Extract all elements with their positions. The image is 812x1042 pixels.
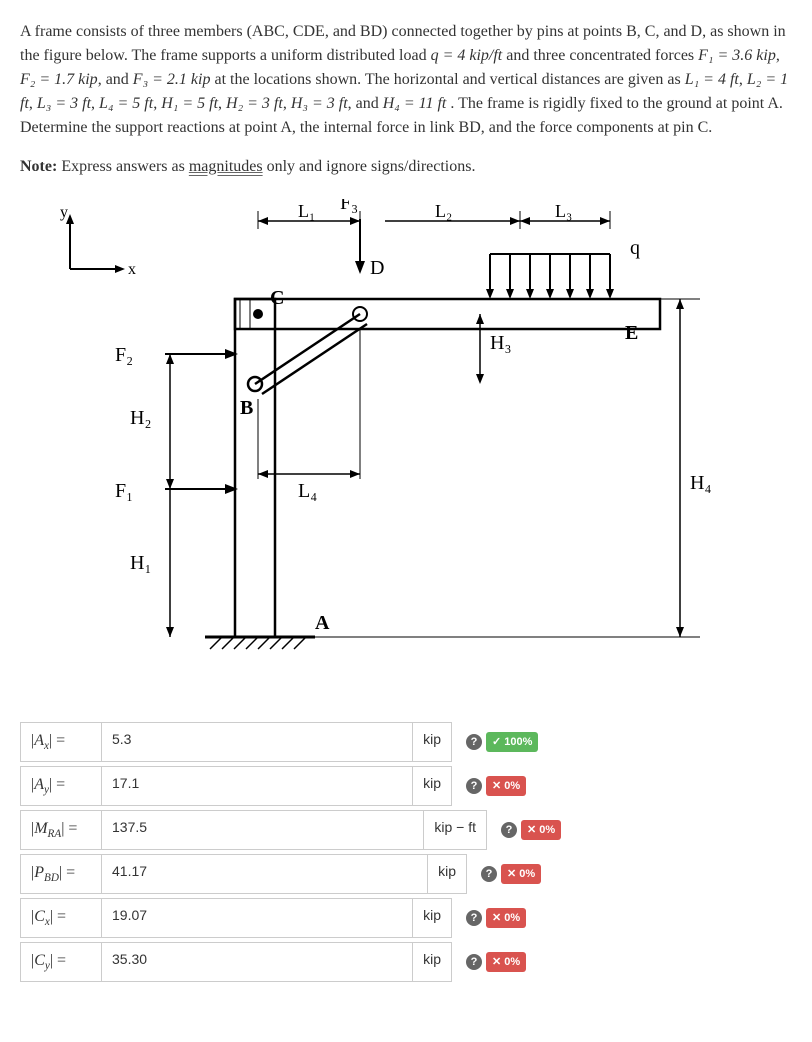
cx-label: |Cx| = (21, 899, 102, 937)
note-text1: Express answers as (61, 158, 189, 175)
f2-force: F₂ (115, 344, 238, 366)
problem-statement: A frame consists of three members (ABC, … (20, 20, 792, 140)
correct-badge: ✓ 100% (486, 732, 538, 753)
left-dimensions: H₂ H₁ (130, 354, 174, 637)
h1-value: H₁ = 5 ft (161, 95, 218, 112)
y-axis-label: y (60, 204, 68, 221)
pbd-unit: kip (427, 855, 466, 893)
mra-label: |MRA| = (21, 811, 102, 849)
h4-value: H₄ = 11 ft (383, 95, 447, 112)
pbd-label: |PBD| = (21, 855, 102, 893)
ax-unit: kip (412, 723, 451, 761)
l2-dim: L₂ (435, 201, 452, 221)
e-label: E (625, 322, 638, 344)
b-label: B (240, 397, 253, 419)
h2-value: H₂ = 3 ft (226, 95, 283, 112)
ay-input[interactable]: 17.1 (102, 767, 412, 805)
mra-input[interactable]: 137.5 (102, 811, 423, 849)
cy-input[interactable]: 35.30 (102, 943, 412, 981)
l4-value: L₄ = 5 ft (99, 95, 153, 112)
answer-row-cx: |Cx| = 19.07 kip ? ✕ 0% (20, 898, 792, 938)
wrong-badge: ✕ 0% (521, 820, 561, 841)
member-cde (235, 299, 660, 329)
distributed-load: q (486, 237, 640, 299)
note: Note: Express answers as magnitudes only… (20, 155, 792, 179)
l3-dim: L₃ (555, 201, 572, 221)
l4-dimension: L₄ (258, 329, 360, 502)
note-label: Note: (20, 158, 57, 175)
q-value: q = 4 kip/ft (431, 47, 503, 64)
a-label: A (315, 612, 330, 634)
top-dimensions: L₁ L₂ L₃ (258, 201, 610, 229)
text-2: and three concentrated forces (506, 47, 698, 64)
coord-axes: y x (60, 204, 136, 278)
wrong-badge: ✕ 0% (486, 908, 526, 929)
h2-dim: H₂ (130, 407, 151, 429)
help-icon[interactable]: ? (466, 910, 482, 926)
l3-value: L₃ = 3 ft (37, 95, 91, 112)
pin-c (253, 309, 263, 319)
answer-row-ax: |Ax| = 5.3 kip ? ✓ 100% (20, 722, 792, 762)
help-icon[interactable]: ? (466, 734, 482, 750)
h4-dim: H₄ (690, 472, 711, 494)
frame-diagram: y x L₁ L₂ L₃ F₃ (40, 199, 792, 697)
ay-label: |Ay| = (21, 767, 102, 805)
f2-value: F₂ = 1.7 kip (20, 71, 98, 88)
help-icon[interactable]: ? (466, 778, 482, 794)
cy-unit: kip (412, 943, 451, 981)
cx-input[interactable]: 19.07 (102, 899, 412, 937)
answers-section: |Ax| = 5.3 kip ? ✓ 100% |Ay| = 17.1 kip … (20, 722, 792, 982)
help-icon[interactable]: ? (501, 822, 517, 838)
q-label: q (630, 237, 640, 259)
answer-row-pbd: |PBD| = 41.17 kip ? ✕ 0% (20, 854, 792, 894)
h1-dim: H₁ (130, 552, 151, 574)
text-3: at the locations shown. The horizontal a… (214, 71, 684, 88)
f3-force: F₃ D (340, 199, 384, 279)
f1-label: F₁ (115, 480, 133, 502)
wrong-badge: ✕ 0% (486, 952, 526, 973)
ground-hatch (210, 637, 306, 649)
l1-value: L₁ = 4 ft (685, 71, 739, 88)
f1-value: F₁ = 3.6 kip (698, 47, 776, 64)
h3-value: H₃ = 3 ft (291, 95, 348, 112)
wrong-badge: ✕ 0% (501, 864, 541, 885)
member-bd (255, 314, 367, 394)
member-abc (235, 299, 275, 637)
help-icon[interactable]: ? (481, 866, 497, 882)
h3-dimension: H₃ (476, 314, 511, 384)
f2-label: F₂ (115, 344, 133, 366)
pbd-input[interactable]: 41.17 (102, 855, 427, 893)
x-axis-label: x (128, 261, 136, 278)
d-label: D (370, 257, 384, 279)
help-icon[interactable]: ? (466, 954, 482, 970)
cx-unit: kip (412, 899, 451, 937)
l4-dim: L₄ (298, 480, 317, 502)
f3-value: F₃ = 2.1 kip (133, 71, 211, 88)
note-text2: only and ignore signs/directions. (267, 158, 476, 175)
note-underlined: magnitudes (189, 158, 263, 175)
cy-label: |Cy| = (21, 943, 102, 981)
ay-unit: kip (412, 767, 451, 805)
f3-label: F₃ (340, 199, 358, 214)
answer-row-mra: |MRA| = 137.5 kip − ft ? ✕ 0% (20, 810, 792, 850)
answer-row-cy: |Cy| = 35.30 kip ? ✕ 0% (20, 942, 792, 982)
mra-unit: kip − ft (423, 811, 486, 849)
h3-dim: H₃ (490, 332, 511, 354)
f1-force: F₁ (115, 480, 238, 502)
l1-dim: L₁ (298, 201, 315, 221)
wrong-badge: ✕ 0% (486, 776, 526, 797)
answer-row-ay: |Ay| = 17.1 kip ? ✕ 0% (20, 766, 792, 806)
ax-input[interactable]: 5.3 (102, 723, 412, 761)
ax-label: |Ax| = (21, 723, 102, 761)
